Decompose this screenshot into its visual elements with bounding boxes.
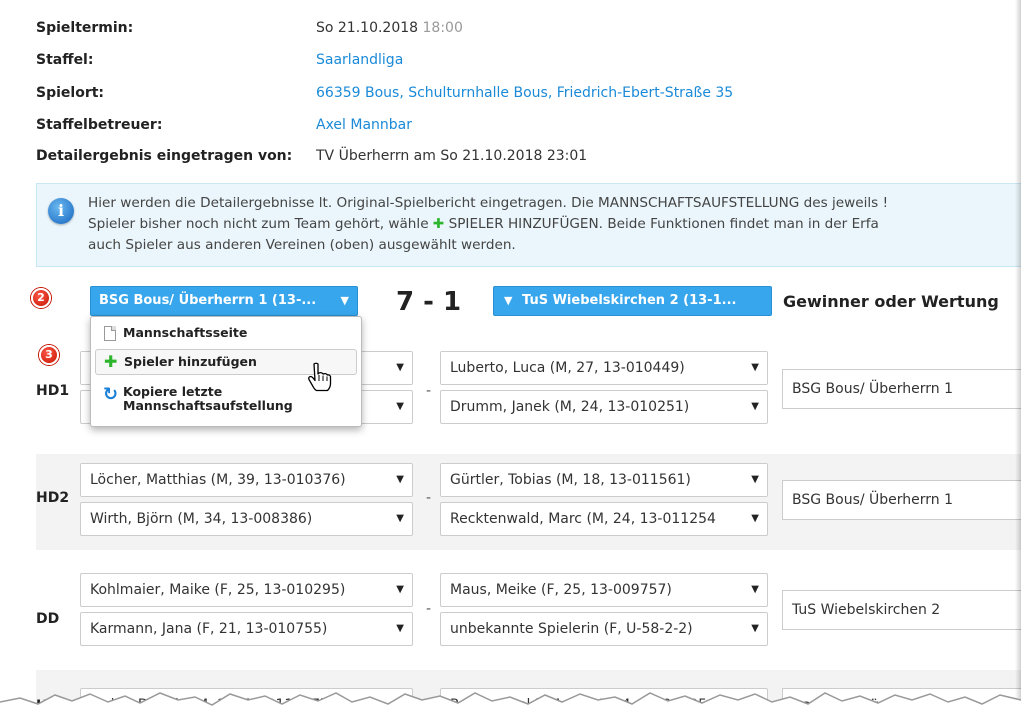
staffel-link[interactable]: Saarlandliga [316,52,403,68]
chevron-down-icon: ▼ [504,294,513,307]
home-player-select-2[interactable]: Wirth, Björn (M, 34, 13-008386) ▼ [80,502,413,536]
info-text-line2: Spieler bisher noch nicht zum Team gehör… [88,214,879,235]
away-player-select-1[interactable]: Maus, Meike (F, 25, 13-009757) ▼ [440,573,768,607]
info-icon: i [48,198,74,224]
dropdown-arrow-icon: ▼ [751,584,759,595]
away-player-select-2[interactable]: Recktenwald, Marc (M, 24, 13-011254 ▼ [440,502,768,536]
dropdown-arrow-icon: ▼ [396,401,404,412]
document-icon [104,326,116,341]
away-player-select-2[interactable]: Drumm, Janek (M, 24, 13-010251) ▼ [440,390,768,424]
hand-cursor-icon [308,362,332,392]
away-team-dropdown-button[interactable]: ▼ TuS Wiebelskirchen 2 (13-1... [493,286,772,316]
winner-select[interactable]: TuS Wiebelskirchen 2 [782,590,1021,630]
match-detail-page: Spieltermin: So 21.10.2018 18:00 Staffel… [0,0,1021,718]
spieltermin-date: So 21.10.2018 [316,20,419,36]
away-team-button-label: TuS Wiebelskirchen 2 (13-1... [522,293,737,308]
home-player-select-1[interactable]: Löcher, Matthias (M, 39, 13-010376) ▼ [80,463,413,497]
detailergebnis-value: TV Überherrn am So 21.10.2018 23:01 [316,148,588,164]
dropdown-arrow-icon: ▼ [396,474,404,485]
discipline-label: HD2 [36,490,70,506]
info-text-line2b: SPIELER HINZUFÜGEN. Beide Funktionen fin… [448,216,879,232]
detailergebnis-label: Detailergebnis eingetragen von: [36,148,293,164]
discipline-label: DD [36,611,60,627]
staffelbetreuer-link[interactable]: Axel Mannbar [316,117,412,133]
menu-item-kopiere-line1: Kopiere letzte [123,384,223,399]
home-team-button-label: BSG Bous/ Überherrn 1 (13-... [99,293,317,308]
info-text-line3: auch Spieler aus anderen Vereinen (oben)… [88,237,516,253]
dropdown-arrow-icon: ▼ [751,474,759,485]
away-player-select-1[interactable]: Luberto, Luca (M, 27, 13-010449) ▼ [440,351,768,385]
menu-item-kopiere-line2: Mannschaftsaufstellung [123,398,293,413]
dropdown-arrow-icon: ▼ [396,513,404,524]
winner-select[interactable]: BSG Bous/ Überherrn 1 [782,480,1021,520]
plus-icon: ✚ [104,352,118,371]
dropdown-arrow-icon: ▼ [396,584,404,595]
dropdown-arrow-icon: ▼ [751,623,759,634]
versus-dash: - [426,383,432,399]
step-badge-3: 3 [39,345,59,365]
step-badge-2: 2 [31,288,51,308]
winner-column-header: Gewinner oder Wertung [783,292,999,311]
home-player-select-1[interactable]: Kohlmaier, Maike (F, 25, 13-010295) ▼ [80,573,413,607]
staffelbetreuer-label: Staffelbetreuer: [36,117,163,133]
winner-select[interactable]: BSG Bous/ Überherrn 1 [782,369,1021,409]
plus-icon: ✚ [432,216,445,232]
refresh-icon: ↻ [103,384,119,405]
staffel-label: Staffel: [36,52,94,68]
home-team-dropdown-button[interactable]: BSG Bous/ Überherrn 1 (13-... ▼ [90,286,358,316]
away-player-select-2[interactable]: unbekannte Spielerin (F, U-58-2-2) ▼ [440,612,768,646]
spieltermin-time: 18:00 [422,20,463,36]
dropdown-arrow-icon: ▼ [396,362,404,373]
spieltermin-label: Spieltermin: [36,20,134,36]
torn-edge-decoration [0,692,1021,718]
dropdown-arrow-icon: ▼ [396,623,404,634]
match-score: 7 - 1 [396,287,462,317]
home-player-select-2[interactable]: Karmann, Jana (F, 21, 13-010755) ▼ [80,612,413,646]
spielort-label: Spielort: [36,85,105,101]
spieltermin-value: So 21.10.2018 18:00 [316,20,463,36]
dropdown-arrow-icon: ▼ [751,362,759,373]
chevron-down-icon: ▼ [340,294,349,307]
versus-dash: - [426,601,432,617]
away-player-select-1[interactable]: Gürtler, Tobias (M, 18, 13-011561) ▼ [440,463,768,497]
discipline-label: HD1 [36,383,70,399]
info-text-line1: Hier werden die Detailergebnisse lt. Ori… [88,195,889,211]
spielort-link[interactable]: 66359 Bous, Schulturnhalle Bous, Friedri… [316,85,733,101]
info-text-line2a: Spieler bisher noch nicht zum Team gehör… [88,216,429,232]
dropdown-arrow-icon: ▼ [751,513,759,524]
menu-item-mannschaftsseite[interactable]: Mannschaftsseite [95,321,357,347]
versus-dash: - [426,490,432,506]
dropdown-arrow-icon: ▼ [751,401,759,412]
